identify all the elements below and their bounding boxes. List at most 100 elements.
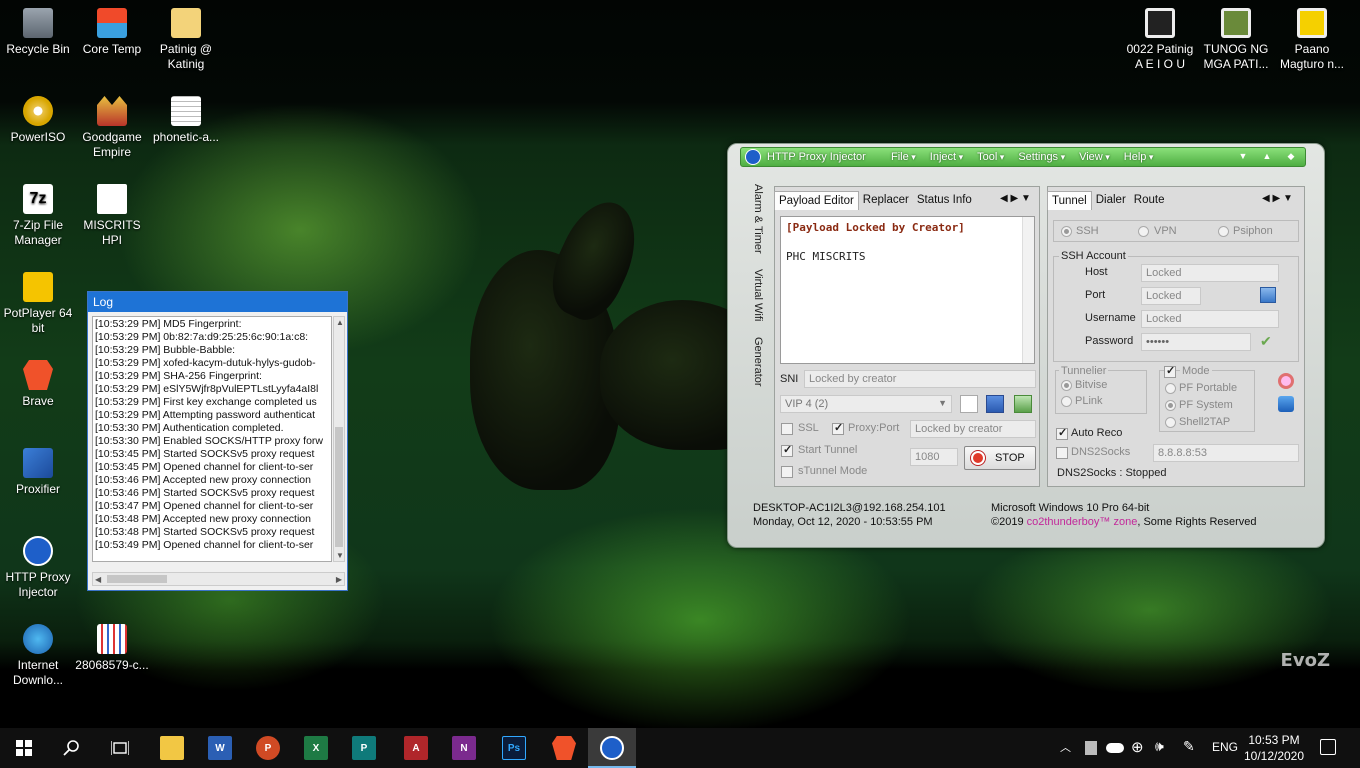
pen-icon[interactable]: ✎ [1183,738,1195,755]
log-horizontal-scrollbar[interactable]: ◀ ▶ [92,572,345,586]
scroll-right-icon[interactable]: ▶ [336,575,342,584]
scroll-thumb[interactable] [335,427,343,547]
minimize-icon[interactable]: ▼ [1235,151,1251,163]
notification-center-icon[interactable] [1320,739,1336,755]
payload-scrollbar[interactable] [1022,217,1034,363]
tray-app-icon[interactable] [1085,741,1097,755]
search-icon[interactable] [60,736,84,760]
new-file-icon[interactable] [960,395,978,413]
radio-psiphon[interactable] [1218,226,1229,237]
desktop-icon-brave[interactable]: Brave [0,360,76,409]
desktop-icon-patinig-video[interactable]: 0022 Patinig A E I O U [1122,8,1198,72]
desktop-icon-paano-magturo[interactable]: Paano Magturo n... [1274,8,1350,72]
volume-icon[interactable]: 🕪 [1155,738,1164,755]
stunnel-mode-checkbox[interactable] [781,466,793,478]
windows-start-icon[interactable] [12,736,36,760]
start-tunnel-checkbox[interactable] [781,443,793,457]
log-window[interactable]: Log [10:53:29 PM] MD5 Fingerprint: [10:5… [87,291,348,591]
password-input[interactable]: •••••• [1141,333,1251,351]
file-explorer-icon[interactable] [160,736,184,760]
desktop-icon-phonetic[interactable]: phonetic-a... [148,96,224,145]
log-text-area[interactable]: [10:53:29 PM] MD5 Fingerprint: [10:53:29… [92,316,332,562]
desktop-icon-patinig-katinig[interactable]: Patinig @ Katinig [148,8,224,72]
log-window-title[interactable]: Log [88,292,347,312]
maximize-icon[interactable]: ▲ [1259,151,1275,163]
desktop-icon-7zip[interactable]: 7z 7-Zip File Manager [0,184,76,248]
hpi-titlebar[interactable]: HTTP Proxy Injector File Inject Tool Set… [740,147,1306,167]
onedrive-cloud-icon[interactable] [1106,743,1124,753]
close-icon[interactable]: ◆ [1283,151,1299,163]
save-icon[interactable] [986,395,1004,413]
chevron-up-icon[interactable]: ︿ [1060,739,1071,755]
port-input[interactable]: Locked [1141,287,1201,305]
server-select[interactable]: VIP 4 (2) ▼ [780,395,952,413]
refresh-icon[interactable] [1278,396,1294,412]
desktop-icon-proxifier[interactable]: Proxifier [0,448,76,497]
radio-vpn[interactable] [1138,226,1149,237]
check-icon[interactable]: ✔ [1260,333,1272,350]
network-globe-icon[interactable]: ⊕ [1131,738,1144,756]
menu-inject[interactable]: Inject [930,151,963,163]
desktop-icon-goodgame-empire[interactable]: Goodgame Empire [74,96,150,160]
log-vertical-scrollbar[interactable]: ▲ ▼ [333,316,345,562]
task-view-icon[interactable] [108,736,132,760]
scroll-thumb[interactable] [107,575,167,583]
scroll-left-icon[interactable]: ◀ [95,575,101,584]
system-clock[interactable]: 10:53 PM 10/12/2020 [1238,732,1310,764]
stop-button[interactable]: STOP [964,446,1036,470]
desktop-icon-http-proxy-injector[interactable]: HTTP Proxy Injector [0,536,76,600]
radio-shell2tap[interactable] [1165,417,1176,428]
tab-dialer[interactable]: Dialer [1092,191,1130,210]
desktop-icon-core-temp[interactable]: Core Temp [74,8,150,57]
word-icon[interactable]: W [208,736,232,760]
scroll-up-icon[interactable]: ▲ [336,318,344,327]
payload-editor[interactable]: [Payload Locked by Creator] PHC MISCRITS [780,216,1035,364]
auto-reco-checkbox[interactable] [1056,426,1068,440]
menu-file[interactable]: File [891,151,916,163]
radio-bitvise[interactable] [1061,380,1072,391]
tab-prev-icon[interactable]: ◀ ▶ ▼ [1000,193,1031,204]
copyright-brand-link[interactable]: co2thunderboy™ zone [1027,516,1138,528]
access-icon[interactable]: A [404,736,428,760]
tab-replacer[interactable]: Replacer [859,191,913,210]
radio-plink[interactable] [1061,396,1072,407]
mode-checkbox[interactable] [1164,364,1176,378]
menu-tool[interactable]: Tool [977,151,1004,163]
username-input[interactable]: Locked [1141,310,1279,328]
desktop-icon-image-file[interactable]: 28068579-c... [74,624,150,673]
tab-payload-editor[interactable]: Payload Editor [774,191,859,210]
desktop-icon-miscrits-hpi[interactable]: MISCRITS HPI [74,184,150,248]
radio-pf-system[interactable] [1165,400,1176,411]
dns-server-input[interactable]: 8.8.8.8:53 [1153,444,1299,462]
local-port-input[interactable]: 1080 [910,448,958,466]
desktop-icon-internet-download-manager[interactable]: Internet Downlo... [0,624,76,688]
desktop-icon-poweriso[interactable]: PowerISO [0,96,76,145]
desktop-icon-recycle-bin[interactable]: Recycle Bin [0,8,76,57]
radio-pf-portable[interactable] [1165,383,1176,394]
menu-view[interactable]: View [1079,151,1110,163]
tab-status-info[interactable]: Status Info [913,191,976,210]
taskbar-http-proxy-injector[interactable] [588,728,636,768]
menu-settings[interactable]: Settings [1018,151,1065,163]
publisher-icon[interactable]: P [352,736,376,760]
http-proxy-injector-window[interactable]: HTTP Proxy Injector File Inject Tool Set… [727,143,1325,548]
tab-virtual-wifi[interactable]: Virtual Wifi [752,269,764,321]
dns2socks-checkbox[interactable] [1056,447,1068,459]
brave-icon[interactable] [552,736,576,760]
tab-generator[interactable]: Generator [752,337,764,387]
radio-ssh[interactable] [1061,226,1072,237]
tab-tunnel[interactable]: Tunnel [1047,191,1092,210]
desktop-icon-tunog-video[interactable]: TUNOG NG MGA PATI... [1198,8,1274,72]
desktop-icon-potplayer[interactable]: PotPlayer 64 bit [0,272,76,336]
powerpoint-icon[interactable]: P [256,736,280,760]
host-input[interactable]: Locked [1141,264,1279,282]
ssl-checkbox[interactable] [781,423,793,435]
excel-icon[interactable]: X [304,736,328,760]
tab-nav-icon[interactable]: ◀ ▶ ▼ [1262,193,1293,204]
sni-input[interactable]: Locked by creator [804,370,1036,388]
onenote-icon[interactable]: N [452,736,476,760]
lifebuoy-icon[interactable] [1278,373,1294,389]
scroll-down-icon[interactable]: ▼ [336,551,344,560]
tab-route[interactable]: Route [1130,191,1169,210]
proxy-port-checkbox[interactable] [832,421,844,435]
